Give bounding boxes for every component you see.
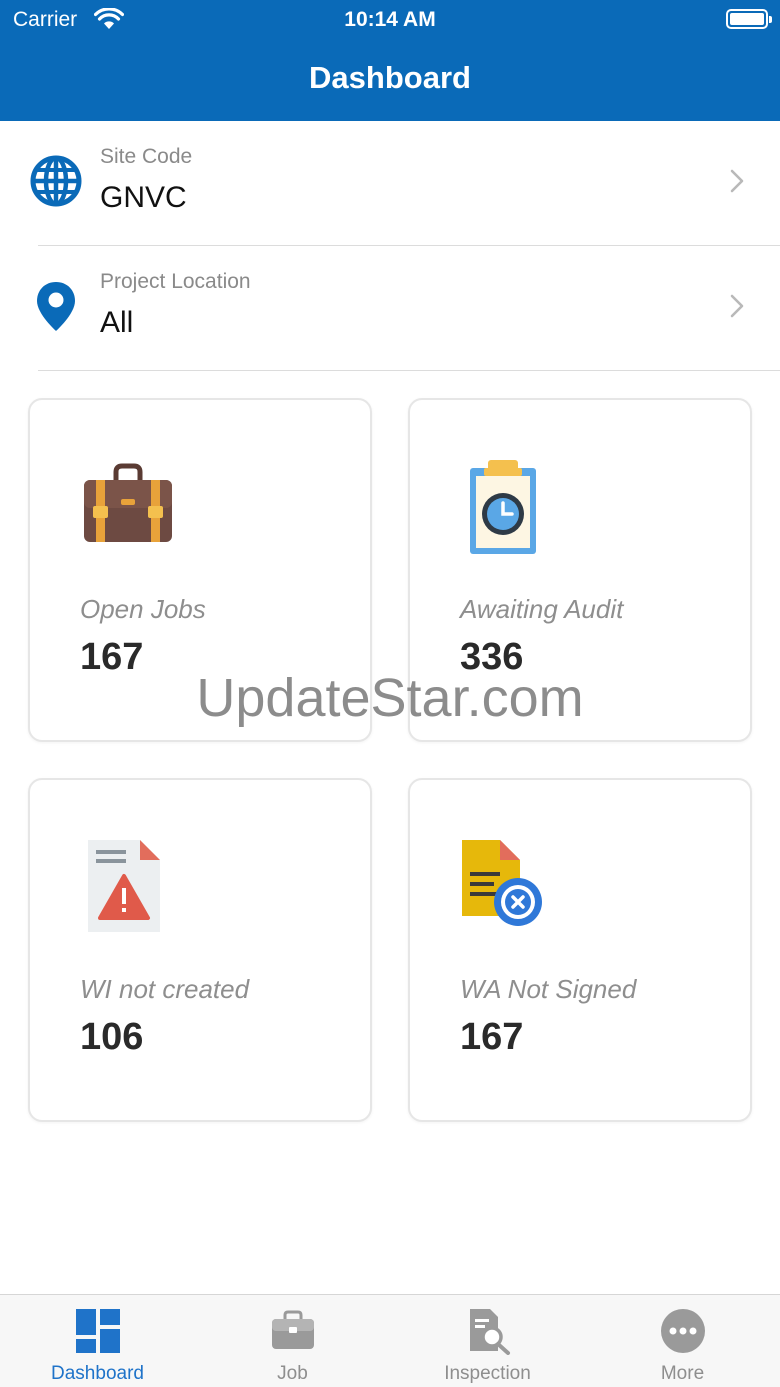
location-pin-icon — [37, 282, 75, 331]
site-code-value: GNVC — [100, 181, 187, 214]
document-warning-icon — [88, 840, 160, 932]
card-value: 336 — [460, 636, 524, 678]
chevron-right-icon — [730, 169, 744, 193]
clipboard-clock-icon — [470, 460, 536, 554]
card-value: 106 — [80, 1016, 144, 1058]
header: Carrier 10:14 AM Dashboard — [0, 0, 780, 121]
card-value: 167 — [460, 1016, 524, 1058]
briefcase-icon — [84, 463, 172, 542]
site-code-label: Site Code — [100, 145, 193, 168]
dashboard-grid-icon — [76, 1309, 120, 1353]
status-bar: Carrier 10:14 AM — [0, 0, 780, 40]
briefcase-icon — [272, 1310, 314, 1349]
site-code-row[interactable]: Site Code GNVC — [0, 121, 780, 246]
card-label: Awaiting Audit — [460, 594, 624, 624]
card-wa-not-signed[interactable]: WA Not Signed 167 — [408, 778, 752, 1122]
card-open-jobs[interactable]: Open Jobs 167 — [28, 398, 372, 742]
status-time: 10:14 AM — [344, 8, 436, 31]
tab-job[interactable]: Job — [195, 1295, 390, 1387]
tab-dashboard[interactable]: Dashboard — [0, 1295, 195, 1387]
tab-label: Job — [277, 1363, 308, 1384]
tab-more[interactable]: More — [585, 1295, 780, 1387]
chevron-right-icon — [730, 294, 744, 318]
globe-icon — [30, 155, 82, 207]
card-wi-not-created[interactable]: WI not created 106 — [28, 778, 372, 1122]
card-awaiting-audit[interactable]: Awaiting Audit 336 — [408, 398, 752, 742]
inspection-icon — [470, 1309, 510, 1355]
project-location-label: Project Location — [100, 270, 251, 293]
tab-label: Dashboard — [51, 1363, 144, 1384]
project-location-value: All — [100, 306, 134, 339]
tab-label: More — [660, 1363, 705, 1384]
document-cancel-icon — [462, 840, 542, 926]
more-dots-icon — [661, 1309, 705, 1353]
card-label: Open Jobs — [80, 594, 206, 624]
tab-inspection[interactable]: Inspection — [390, 1295, 585, 1387]
divider — [38, 370, 780, 371]
card-label: WA Not Signed — [460, 974, 637, 1004]
tab-bar: Dashboard Job Inspection More — [0, 1294, 780, 1387]
page-title: Dashboard — [309, 60, 471, 95]
project-location-row[interactable]: Project Location All — [0, 246, 780, 371]
card-label: WI not created — [80, 974, 250, 1004]
tab-label: Inspection — [444, 1363, 531, 1384]
battery-icon — [726, 9, 772, 29]
card-value: 167 — [80, 636, 144, 678]
